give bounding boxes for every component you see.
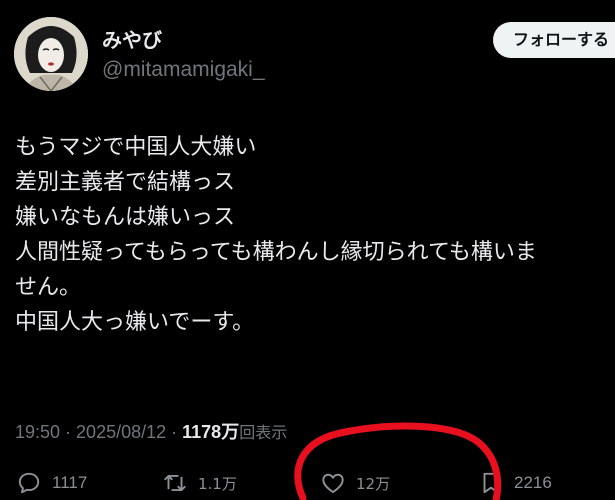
heart-icon [322, 473, 344, 493]
retweet-icon [164, 474, 186, 492]
avatar-image [14, 17, 88, 91]
tweet-text: もうマジで中国人大嫌い 差別主義者で結構っス 嫌いなもんは嫌いっス 人間性疑って… [15, 130, 615, 340]
bookmark-button[interactable]: 2216 [478, 466, 552, 500]
views-count: 1178万 [182, 422, 240, 442]
tweet-line: もうマジで中国人大嫌い [15, 135, 257, 160]
tweet-date[interactable]: 2025/08/12 [76, 422, 166, 442]
tweet-time[interactable]: 19:50 [15, 422, 60, 442]
display-name[interactable]: みやび [102, 24, 162, 53]
tweet-meta: 19:50 · 2025/08/12 · 1178万回表示 [15, 418, 287, 444]
like-button[interactable]: 12万 [320, 466, 390, 500]
tweet-line: 嫌いなもんは嫌いっス [15, 205, 236, 230]
tweet-line: 中国人大っ嫌いでーす。 [15, 310, 255, 335]
like-count: 12万 [356, 474, 391, 493]
retweet-count: 1.1万 [198, 474, 237, 493]
tweet-line: 人間性疑ってもらっても構わんし縁切られても構いま [15, 240, 537, 265]
tweet-line: 差別主義者で結構っス [15, 170, 236, 195]
reply-icon [18, 472, 40, 494]
meta-separator: · [65, 422, 72, 442]
tweet-line: せん。 [15, 275, 82, 300]
reply-count: 1117 [52, 473, 88, 492]
follow-button[interactable]: フォローする [493, 22, 615, 58]
views-label: 回表示 [239, 423, 288, 442]
action-bar: 1117 1.1万 12万 2216 [0, 466, 615, 500]
bookmark-icon [483, 472, 499, 494]
bookmark-count: 2216 [514, 473, 552, 492]
retweet-button[interactable]: 1.1万 [162, 466, 237, 500]
reply-button[interactable]: 1117 [16, 466, 87, 500]
user-handle[interactable]: @mitamamigaki_ [102, 58, 265, 82]
avatar[interactable] [14, 17, 88, 91]
meta-separator: · [171, 422, 178, 442]
